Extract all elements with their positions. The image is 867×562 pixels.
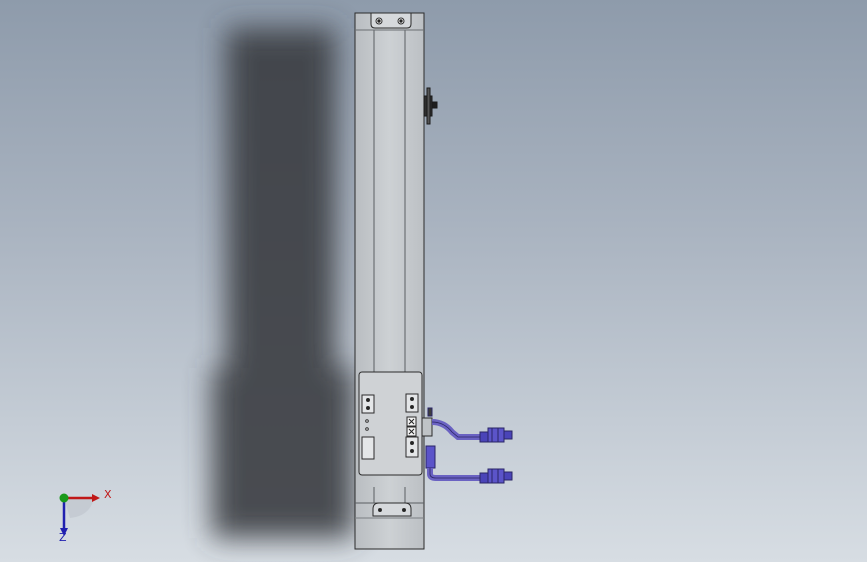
x-axis-arrow-icon xyxy=(92,494,100,502)
graphics-viewport[interactable]: X Z xyxy=(0,0,867,562)
triad-plane-shading xyxy=(64,498,94,518)
orientation-triad[interactable]: X Z xyxy=(40,478,130,548)
carriage[interactable] xyxy=(358,371,433,476)
model-view[interactable] xyxy=(0,0,867,562)
top-end-cap xyxy=(370,12,412,29)
y-axis-dot-icon xyxy=(59,493,69,503)
model-shadow xyxy=(212,28,354,538)
x-axis-label: X xyxy=(104,488,112,501)
motor-cable-upper[interactable] xyxy=(427,407,513,443)
triad-axes xyxy=(59,493,100,536)
bottom-end-cap xyxy=(372,502,412,517)
z-axis-label: Z xyxy=(59,531,67,544)
encoder-cable-lower[interactable] xyxy=(425,445,513,484)
limit-sensor[interactable] xyxy=(423,87,438,125)
